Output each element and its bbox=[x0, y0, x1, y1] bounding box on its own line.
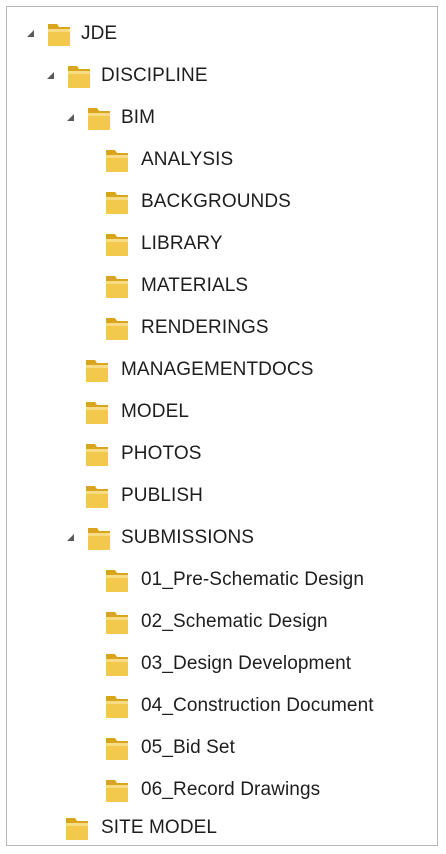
tree-item-label: ANALYSIS bbox=[141, 149, 234, 170]
expand-arrow-icon[interactable] bbox=[47, 72, 54, 79]
tree-item-01-pre-schematic-design[interactable]: 01_Pre-Schematic Design bbox=[7, 561, 437, 599]
folder-icon bbox=[86, 444, 108, 466]
folder-icon bbox=[106, 192, 128, 214]
folder-icon bbox=[106, 318, 128, 340]
folder-icon bbox=[68, 66, 90, 88]
folder-tree-panel: JDE DISCIPLINE BIM ANALYSIS BACKGROUNDS … bbox=[6, 6, 438, 846]
tree-item-label: JDE bbox=[81, 23, 118, 44]
tree-item-label: MATERIALS bbox=[141, 275, 249, 296]
tree-item-label: RENDERINGS bbox=[141, 317, 269, 338]
folder-icon bbox=[88, 108, 110, 130]
tree-item-label: 04_Construction Document bbox=[141, 695, 374, 716]
tree-item-submissions[interactable]: SUBMISSIONS bbox=[7, 519, 437, 557]
expand-arrow-icon[interactable] bbox=[67, 114, 74, 121]
tree-item-label: MANAGEMENTDOCS bbox=[121, 359, 314, 380]
tree-item-library[interactable]: LIBRARY bbox=[7, 225, 437, 263]
tree-item-site-model[interactable]: SITE MODEL bbox=[7, 809, 437, 847]
folder-icon bbox=[66, 818, 88, 840]
tree-item-renderings[interactable]: RENDERINGS bbox=[7, 309, 437, 347]
tree-item-label: 02_Schematic Design bbox=[141, 611, 328, 632]
tree-item-label: 06_Record Drawings bbox=[141, 779, 321, 800]
folder-icon bbox=[48, 24, 70, 46]
expand-arrow-icon[interactable] bbox=[67, 534, 74, 541]
tree-item-label: SUBMISSIONS bbox=[121, 527, 255, 548]
tree-item-label: 05_Bid Set bbox=[141, 737, 235, 758]
tree-item-05-bid-set[interactable]: 05_Bid Set bbox=[7, 729, 437, 767]
folder-icon bbox=[106, 654, 128, 676]
tree-item-label: 03_Design Development bbox=[141, 653, 352, 674]
tree-item-label: PUBLISH bbox=[121, 485, 204, 506]
expand-arrow-icon[interactable] bbox=[27, 30, 34, 37]
tree-item-photos[interactable]: PHOTOS bbox=[7, 435, 437, 473]
tree-item-label: BACKGROUNDS bbox=[141, 191, 291, 212]
tree-item-backgrounds[interactable]: BACKGROUNDS bbox=[7, 183, 437, 221]
folder-icon bbox=[106, 738, 128, 760]
tree-item-model[interactable]: MODEL bbox=[7, 393, 437, 431]
folder-icon bbox=[106, 234, 128, 256]
folder-icon bbox=[86, 486, 108, 508]
tree-item-label: BIM bbox=[121, 107, 156, 128]
folder-icon bbox=[106, 780, 128, 802]
tree-item-label: PHOTOS bbox=[121, 443, 202, 464]
folder-icon bbox=[86, 360, 108, 382]
folder-icon bbox=[106, 570, 128, 592]
tree-item-label: LIBRARY bbox=[141, 233, 223, 254]
tree-item-03-design-development[interactable]: 03_Design Development bbox=[7, 645, 437, 683]
tree-item-bim[interactable]: BIM bbox=[7, 99, 437, 137]
tree-item-label: DISCIPLINE bbox=[101, 65, 208, 86]
folder-icon bbox=[86, 402, 108, 424]
tree-item-jde[interactable]: JDE bbox=[7, 15, 437, 53]
tree-item-label: 01_Pre-Schematic Design bbox=[141, 569, 365, 590]
folder-icon bbox=[106, 276, 128, 298]
tree-item-managementdocs[interactable]: MANAGEMENTDOCS bbox=[7, 351, 437, 389]
tree-item-06-record-drawings[interactable]: 06_Record Drawings bbox=[7, 771, 437, 809]
tree-item-04-construction-document[interactable]: 04_Construction Document bbox=[7, 687, 437, 725]
tree-item-publish[interactable]: PUBLISH bbox=[7, 477, 437, 515]
folder-icon bbox=[106, 150, 128, 172]
tree-item-label: MODEL bbox=[121, 401, 190, 422]
tree-item-materials[interactable]: MATERIALS bbox=[7, 267, 437, 305]
folder-icon bbox=[106, 696, 128, 718]
tree-item-discipline[interactable]: DISCIPLINE bbox=[7, 57, 437, 95]
tree-item-label: SITE MODEL bbox=[101, 817, 218, 838]
folder-icon bbox=[106, 612, 128, 634]
folder-icon bbox=[88, 528, 110, 550]
tree-item-02-schematic-design[interactable]: 02_Schematic Design bbox=[7, 603, 437, 641]
tree-item-analysis[interactable]: ANALYSIS bbox=[7, 141, 437, 179]
